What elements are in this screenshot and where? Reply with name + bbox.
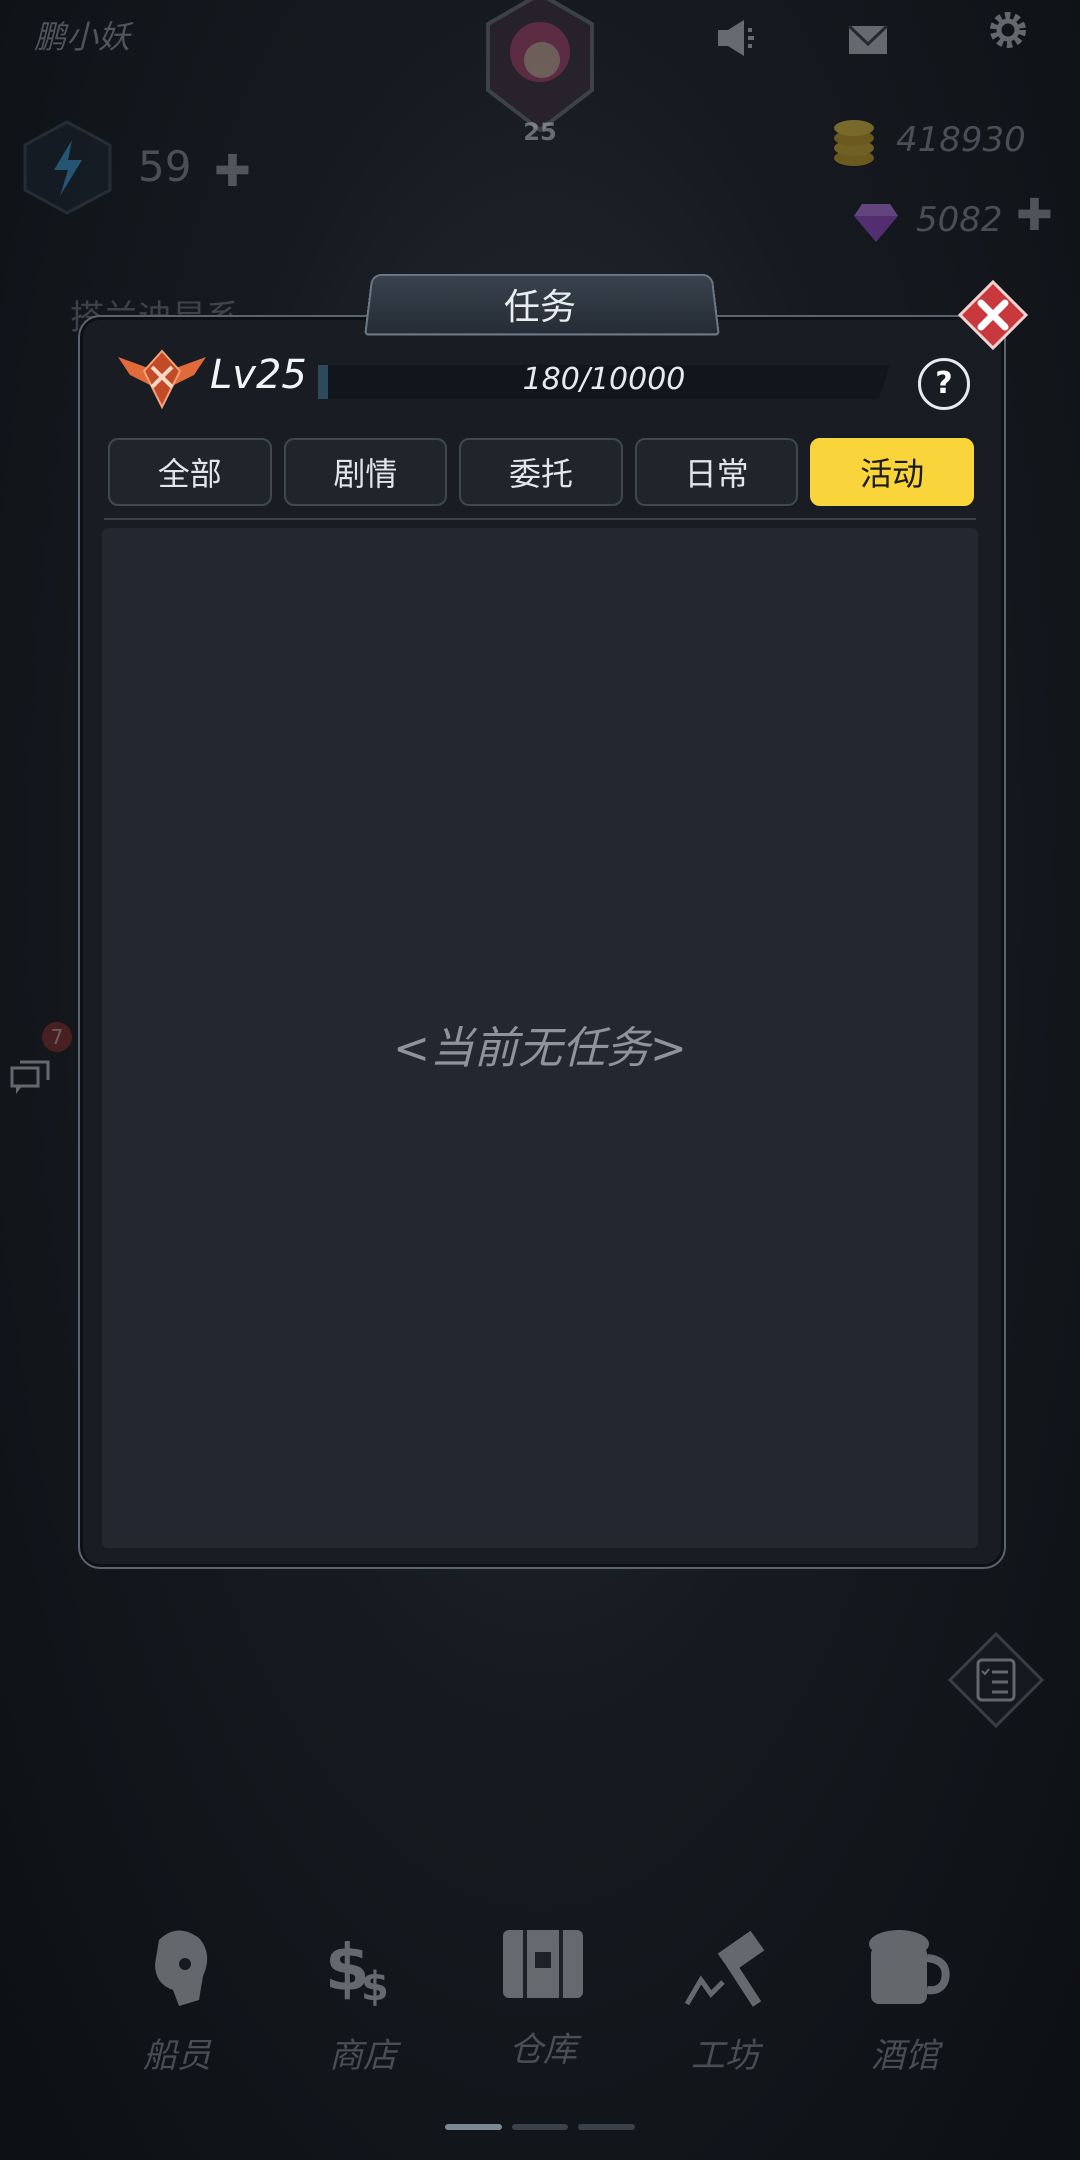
mail-icon[interactable] bbox=[846, 18, 890, 62]
exp-text: 180/10000 bbox=[522, 362, 686, 397]
tab-commission[interactable]: 委托 bbox=[459, 438, 623, 506]
page-dot bbox=[511, 2124, 569, 2130]
gold-value: 418930 bbox=[896, 120, 1026, 160]
tab-daily[interactable]: 日常 bbox=[634, 438, 799, 506]
player-name: 鹏小妖 bbox=[34, 18, 131, 56]
page-indicator bbox=[445, 2124, 636, 2132]
workshop-icon bbox=[684, 1930, 765, 2007]
empty-task-message: <当前无任务> bbox=[393, 1023, 687, 1074]
bottom-nav: 船员 $ $ 商店 仓库 工坊 酒馆 bbox=[0, 1920, 1080, 2120]
rank-emblem-icon bbox=[118, 349, 206, 410]
chat-icon[interactable] bbox=[10, 1060, 50, 1098]
nav-shop[interactable]: $ $ 商店 bbox=[288, 1920, 438, 2077]
gem-icon bbox=[854, 204, 898, 242]
tab-event[interactable]: 活动 bbox=[810, 438, 974, 506]
dialog-title: 任务 bbox=[503, 287, 576, 328]
gem-value: 5082 bbox=[916, 200, 1003, 240]
task-level: Lv25 bbox=[210, 352, 307, 398]
tavern-icon bbox=[869, 1930, 950, 2004]
help-button[interactable]: ? bbox=[918, 358, 970, 410]
tab-story[interactable]: 剧情 bbox=[283, 438, 448, 506]
tab-divider bbox=[104, 518, 976, 520]
nav-crew[interactable]: 船员 bbox=[102, 1920, 252, 2077]
chat-badge: 7 bbox=[42, 1022, 72, 1052]
page-dot bbox=[578, 2124, 636, 2130]
nav-tavern-label: 酒馆 bbox=[871, 2036, 939, 2076]
page-dot-active bbox=[445, 2124, 502, 2130]
add-energy-icon[interactable]: ✚ bbox=[214, 146, 251, 197]
nav-warehouse-label: 仓库 bbox=[509, 2030, 577, 2070]
crew-icon bbox=[155, 1930, 208, 2006]
nav-crew-label: 船员 bbox=[143, 2036, 211, 2076]
svg-text:$: $ bbox=[361, 1964, 389, 2010]
settings-icon[interactable] bbox=[986, 8, 1030, 52]
tab-all[interactable]: 全部 bbox=[108, 438, 272, 506]
announcement-icon[interactable] bbox=[714, 16, 758, 60]
gold-coin-icon bbox=[834, 120, 874, 166]
shop-icon: $ $ bbox=[325, 1932, 389, 2010]
add-gem-icon[interactable]: ✚ bbox=[1016, 190, 1053, 241]
player-level: 25 bbox=[523, 118, 557, 146]
warehouse-icon bbox=[503, 1930, 583, 1998]
nav-tavern[interactable]: 酒馆 bbox=[830, 1920, 980, 2077]
nav-shop-label: 商店 bbox=[329, 2036, 397, 2076]
nav-warehouse[interactable]: 仓库 bbox=[468, 1914, 618, 2071]
nav-workshop-label: 工坊 bbox=[691, 2036, 759, 2076]
close-button[interactable] bbox=[958, 280, 1028, 350]
energy-icon bbox=[23, 120, 112, 215]
energy-value: 59 bbox=[138, 142, 192, 191]
task-list-icon[interactable] bbox=[946, 1630, 1046, 1730]
nav-workshop[interactable]: 工坊 bbox=[650, 1920, 800, 2077]
task-tabs: 全部 剧情 委托 日常 活动 bbox=[108, 438, 974, 510]
